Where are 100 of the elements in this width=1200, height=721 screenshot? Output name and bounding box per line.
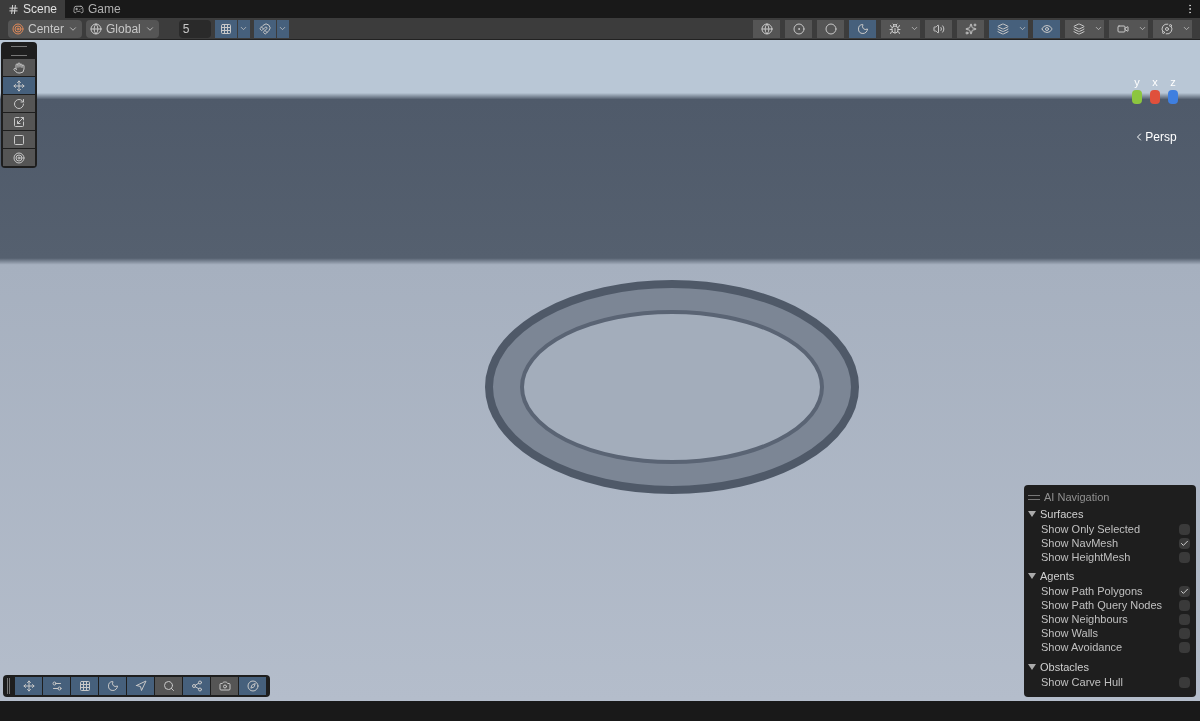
checkbox[interactable] xyxy=(1179,586,1190,597)
view-toggle[interactable] xyxy=(989,19,1016,38)
view-toggle[interactable] xyxy=(925,19,952,38)
checkbox[interactable] xyxy=(1179,600,1190,611)
overlay-icon xyxy=(218,680,231,692)
checkbox[interactable] xyxy=(1179,676,1190,688)
overlay-button[interactable] xyxy=(99,677,126,695)
tool-button[interactable] xyxy=(3,95,35,112)
overlay-button[interactable] xyxy=(211,677,238,695)
option-label: Show Avoidance xyxy=(1041,640,1123,656)
view-icon xyxy=(1160,22,1173,35)
option-label: Show Only Selected xyxy=(1041,521,1141,537)
axis-label: z xyxy=(1170,74,1176,90)
axis-cone[interactable] xyxy=(1168,90,1178,104)
check-icon xyxy=(1180,538,1189,548)
view-icon xyxy=(792,22,805,35)
view-icon xyxy=(964,22,977,35)
expand-triangle-icon xyxy=(1028,573,1036,580)
overlay-button[interactable] xyxy=(239,677,266,695)
section-header[interactable]: Surfaces xyxy=(1028,505,1084,522)
snap-toggle[interactable] xyxy=(214,19,237,38)
overlay-icon xyxy=(78,680,91,692)
view-icon xyxy=(932,22,945,35)
tool-icon xyxy=(13,97,25,110)
tool-icon xyxy=(13,61,25,74)
overlay-icon xyxy=(246,680,259,692)
expand-triangle-icon xyxy=(1028,663,1036,670)
panel-title: AI Navigation xyxy=(1044,490,1110,505)
overlay-button[interactable] xyxy=(15,677,42,695)
view-dropdown[interactable] xyxy=(908,19,920,38)
option-label: Show Walls xyxy=(1041,626,1099,642)
tab-icon xyxy=(73,3,85,15)
drag-handle[interactable] xyxy=(7,678,10,694)
checkbox[interactable] xyxy=(1179,614,1190,625)
pivot-icon xyxy=(12,22,24,35)
checkbox[interactable] xyxy=(1179,537,1190,549)
view-icon xyxy=(824,22,837,35)
caret-icon xyxy=(1137,24,1147,33)
axis-cone[interactable] xyxy=(1132,90,1142,104)
pivot-dropdown[interactable]: Center xyxy=(8,19,83,38)
drag-handle[interactable] xyxy=(1028,494,1040,500)
option-label: Show Neighbours xyxy=(1041,612,1128,628)
snap-field[interactable]: 5 xyxy=(178,19,211,38)
caret-icon xyxy=(909,24,919,33)
view-toggle[interactable] xyxy=(817,19,844,38)
caret-icon xyxy=(1093,24,1103,33)
view-toggle[interactable] xyxy=(849,19,876,38)
overlay-button[interactable] xyxy=(43,677,70,695)
view-toggle[interactable] xyxy=(881,19,908,38)
snap-dropdown[interactable] xyxy=(276,19,289,38)
tool-button[interactable] xyxy=(3,131,35,148)
overlay-icon xyxy=(162,680,175,692)
checkbox[interactable] xyxy=(1179,523,1190,535)
view-toggle[interactable] xyxy=(1033,19,1060,38)
tool-button[interactable] xyxy=(3,59,35,76)
view-dropdown[interactable] xyxy=(1016,19,1028,38)
tool-icon xyxy=(13,151,25,164)
axis-label: x xyxy=(1152,74,1158,90)
view-dropdown[interactable] xyxy=(1136,19,1148,38)
option-label: Show Path Query Nodes xyxy=(1041,598,1163,614)
tab[interactable]: Game xyxy=(65,0,129,18)
tab[interactable]: Scene xyxy=(0,0,66,18)
view-toggle[interactable] xyxy=(1153,19,1180,38)
checkbox[interactable] xyxy=(1179,628,1190,639)
view-dropdown[interactable] xyxy=(1092,19,1104,38)
snap-toggle[interactable] xyxy=(253,19,276,38)
tool-icon xyxy=(13,133,25,146)
tab-icon xyxy=(8,3,19,15)
section-header[interactable]: Obstacles xyxy=(1028,658,1089,675)
view-icon xyxy=(888,22,901,35)
tool-icon xyxy=(13,79,25,92)
tool-button[interactable] xyxy=(3,77,35,94)
axis-cone[interactable] xyxy=(1150,90,1160,104)
tool-icon xyxy=(13,115,25,128)
overlay-button[interactable] xyxy=(71,677,98,695)
view-toggle[interactable] xyxy=(785,19,812,38)
view-toggle[interactable] xyxy=(1109,19,1136,38)
view-icon xyxy=(760,22,773,35)
view-toggle[interactable] xyxy=(957,19,984,38)
view-icon xyxy=(1072,22,1085,35)
tool-button[interactable] xyxy=(3,149,35,166)
check-icon xyxy=(1180,587,1189,596)
checkbox[interactable] xyxy=(1179,551,1190,563)
view-toggle[interactable] xyxy=(753,19,780,38)
drag-handle[interactable] xyxy=(11,46,27,56)
overlay-button[interactable] xyxy=(155,677,182,695)
view-label[interactable]: Persp xyxy=(1145,128,1177,146)
tool-button[interactable] xyxy=(3,113,35,130)
overlay-icon xyxy=(134,680,147,692)
overlay-icon xyxy=(190,680,203,692)
section-header[interactable]: Agents xyxy=(1028,568,1075,585)
overlay-button[interactable] xyxy=(183,677,210,695)
globe-icon xyxy=(90,22,103,35)
space-dropdown[interactable]: Global xyxy=(86,19,159,38)
axis-label: y xyxy=(1134,74,1140,90)
view-toggle[interactable] xyxy=(1065,19,1092,38)
overlay-button[interactable] xyxy=(127,677,154,695)
caret-icon xyxy=(1181,24,1191,33)
caret-icon xyxy=(278,24,288,33)
checkbox[interactable] xyxy=(1179,642,1190,653)
